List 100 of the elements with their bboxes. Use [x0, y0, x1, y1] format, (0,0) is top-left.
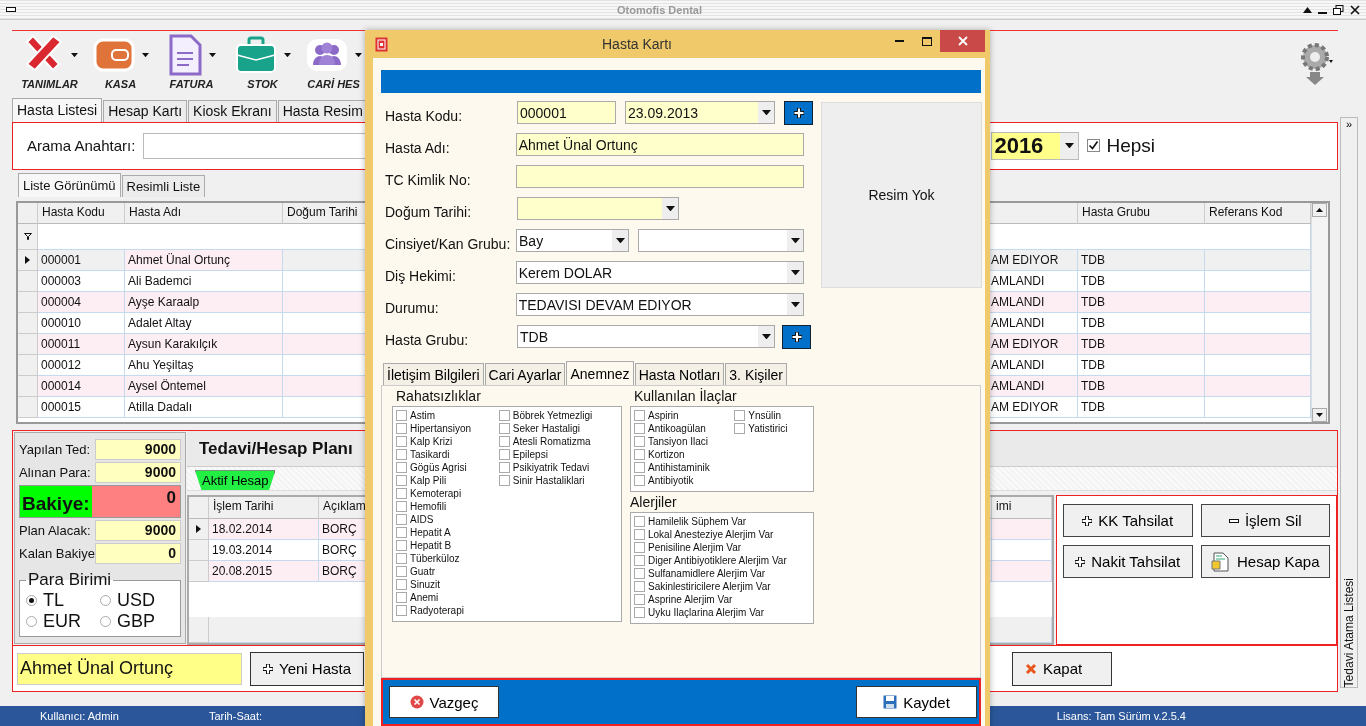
- toolbar-button[interactable]: STOK: [227, 31, 298, 96]
- radio-button[interactable]: [26, 616, 37, 628]
- checkbox[interactable]: [396, 605, 407, 616]
- column-header[interactable]: Hasta Grubu: [1078, 202, 1205, 224]
- date-field[interactable]: [517, 197, 679, 220]
- collapse-icon[interactable]: [1303, 6, 1312, 13]
- dropdown[interactable]: Kerem DOLAR: [515, 261, 804, 284]
- tab[interactable]: Hasta Notları: [634, 363, 725, 385]
- checkbox[interactable]: [396, 501, 407, 512]
- scroll-up-icon[interactable]: [1312, 202, 1327, 217]
- filter-icon[interactable]: [23, 232, 32, 240]
- checkbox-option[interactable]: Epilepsi: [498, 448, 618, 461]
- column-header[interactable]: [988, 202, 1078, 224]
- checkbox-option[interactable]: Anemi: [396, 591, 497, 604]
- checkbox-option[interactable]: Hepatit A: [396, 526, 497, 539]
- checkbox-option[interactable]: Böbrek Yetmezligi: [498, 409, 618, 422]
- radio-option[interactable]: EUR: [26, 611, 100, 633]
- checkbox[interactable]: [498, 475, 510, 486]
- row-header[interactable]: [189, 519, 209, 541]
- checkbox-option[interactable]: Guatr: [396, 565, 497, 578]
- checkbox-option[interactable]: Kalp Pili: [396, 474, 497, 487]
- checkbox[interactable]: [396, 553, 407, 564]
- checkbox-option[interactable]: Antikoagülan: [634, 422, 733, 435]
- close-button[interactable]: Kapat: [1012, 651, 1112, 686]
- checkbox[interactable]: [396, 527, 407, 538]
- tab[interactable]: Hasta Resim: [277, 99, 368, 122]
- photo-placeholder[interactable]: Resim Yok: [821, 102, 982, 288]
- checkbox-option[interactable]: Ynsülin: [734, 409, 810, 422]
- tab[interactable]: İletişim Bilgileri: [383, 363, 484, 385]
- checkbox-option[interactable]: Sinir Hastaliklari: [498, 474, 618, 487]
- checkbox[interactable]: [734, 423, 746, 434]
- checkbox[interactable]: [498, 410, 510, 421]
- column-header[interactable]: Hasta Adı: [125, 202, 283, 224]
- expand-button[interactable]: »: [1345, 118, 1353, 130]
- checkbox[interactable]: [396, 488, 407, 499]
- year-dropdown[interactable]: 2016: [991, 131, 1080, 160]
- checkbox-option[interactable]: Tansiyon Ilaci: [634, 435, 733, 448]
- checkbox-option[interactable]: Sulfanamidlere Alerjim Var: [634, 567, 810, 580]
- tab[interactable]: 3. Kişiler: [725, 363, 787, 385]
- all-checkbox-option[interactable]: Hepsi: [1087, 134, 1155, 157]
- add-button[interactable]: [784, 100, 813, 125]
- checkbox[interactable]: [498, 449, 510, 460]
- checkbox-option[interactable]: Kalp Krizi: [396, 435, 497, 448]
- row-header[interactable]: [18, 249, 38, 271]
- checkbox-option[interactable]: Hemofili: [396, 500, 497, 513]
- checkbox-option[interactable]: Sakinlestiricilere Alerjim Var: [634, 580, 810, 593]
- checkbox[interactable]: [1087, 139, 1101, 153]
- column-header[interactable]: Hasta Kodu: [38, 202, 125, 224]
- checkbox[interactable]: [396, 514, 407, 525]
- tab[interactable]: Hesap Kartı: [103, 99, 188, 122]
- checkbox-option[interactable]: Lokal Anesteziye Alerjim Var: [634, 528, 810, 541]
- radio-button[interactable]: [100, 595, 111, 607]
- checkbox[interactable]: [396, 436, 407, 447]
- action-button[interactable]: KK Tahsilat: [1063, 504, 1193, 538]
- checkbox-option[interactable]: Antibiyotik: [634, 474, 733, 487]
- add-button[interactable]: [782, 324, 811, 349]
- checkbox[interactable]: [634, 423, 645, 434]
- date-field[interactable]: 23.09.2013: [625, 101, 775, 124]
- tab[interactable]: Anemnez: [566, 361, 634, 385]
- checkbox-option[interactable]: Gögüs Agrisi: [396, 461, 497, 474]
- toolbar-button[interactable]: FATURA: [156, 31, 227, 96]
- checkbox[interactable]: [396, 475, 407, 486]
- close-button[interactable]: [940, 30, 985, 52]
- checkbox[interactable]: [634, 516, 645, 527]
- checkbox[interactable]: [634, 607, 645, 618]
- checkbox-option[interactable]: Antihistaminik: [634, 461, 733, 474]
- checkbox[interactable]: [634, 410, 645, 421]
- column-header[interactable]: imi: [992, 497, 1052, 520]
- close-icon[interactable]: [1350, 4, 1360, 15]
- checkbox[interactable]: [634, 436, 645, 447]
- new-patient-button[interactable]: Yeni Hasta: [250, 651, 364, 686]
- checkbox[interactable]: [634, 462, 645, 473]
- checkbox-option[interactable]: Asprine Alerjim Var: [634, 593, 810, 606]
- radio-option[interactable]: GBP: [100, 611, 174, 633]
- checkbox[interactable]: [734, 410, 746, 421]
- blood-group-dropdown[interactable]: [638, 229, 804, 252]
- gender-dropdown[interactable]: Bay: [516, 229, 630, 252]
- checkbox-option[interactable]: Uyku Ilaçlarina Alerjim Var: [634, 606, 810, 619]
- checkbox[interactable]: [396, 540, 407, 551]
- dropdown[interactable]: TDB: [517, 325, 775, 348]
- checkbox[interactable]: [396, 410, 407, 421]
- checkbox[interactable]: [396, 423, 407, 434]
- radio-option[interactable]: TL: [26, 590, 100, 612]
- radio-button[interactable]: [26, 595, 37, 607]
- checkbox[interactable]: [498, 462, 510, 473]
- dropdown[interactable]: TEDAVISI DEVAM EDIYOR: [515, 293, 804, 316]
- checkbox[interactable]: [498, 436, 510, 447]
- scroll-down-icon[interactable]: [1312, 408, 1327, 423]
- action-button[interactable]: İşlem Sil: [1200, 504, 1330, 538]
- checkbox-option[interactable]: Kemoterapi: [396, 487, 497, 500]
- minimize-icon[interactable]: [6, 7, 16, 12]
- checkbox[interactable]: [396, 592, 407, 603]
- checkbox-option[interactable]: Hepatit B: [396, 539, 497, 552]
- action-button[interactable]: Nakit Tahsilat: [1063, 545, 1193, 579]
- tab[interactable]: Hasta Listesi: [12, 97, 103, 122]
- checkbox[interactable]: [634, 542, 645, 553]
- row-header[interactable]: [18, 223, 38, 250]
- checkbox-option[interactable]: Yatistirici: [734, 422, 810, 435]
- checkbox[interactable]: [396, 449, 407, 460]
- checkbox[interactable]: [498, 423, 510, 434]
